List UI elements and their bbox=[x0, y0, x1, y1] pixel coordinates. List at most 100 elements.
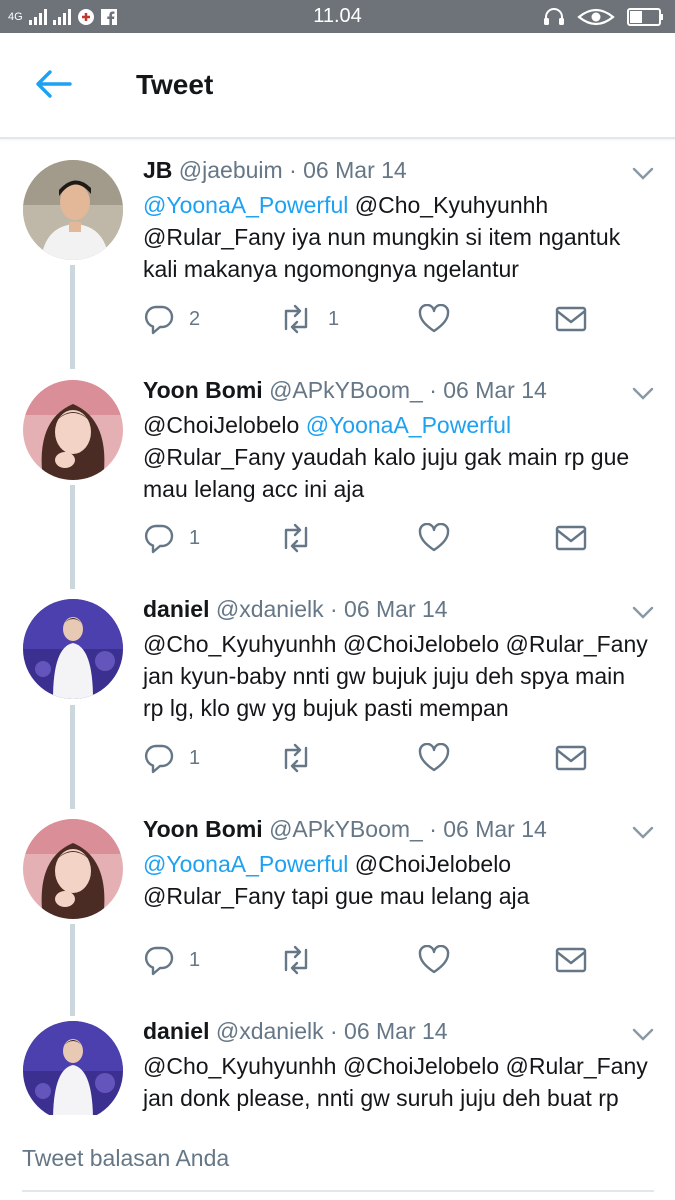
like-button[interactable] bbox=[418, 942, 450, 978]
tweet-text: @Cho_Kyuhyunhh @ChoiJelobelo @Rular_Fany… bbox=[143, 1050, 663, 1114]
tweet-date: · 06 Mar 14 bbox=[429, 377, 547, 403]
tweet-date: · 06 Mar 14 bbox=[329, 596, 448, 622]
tweet-text: @YoonaA_Powerful @Cho_Kyuhyunhh @Rular_F… bbox=[143, 189, 663, 285]
tweet-text-line: jan donk please, nnti gw suruh juju deh … bbox=[143, 1085, 619, 1111]
display-name[interactable]: daniel bbox=[143, 596, 209, 622]
retweet-button[interactable] bbox=[278, 520, 328, 556]
avatar-photo bbox=[23, 599, 123, 699]
avatar[interactable] bbox=[23, 160, 123, 260]
retweet-icon bbox=[284, 945, 308, 975]
tweet[interactable]: daniel @xdanielk · 06 Mar 14 @Cho_Kyuhyu… bbox=[0, 1018, 675, 1115]
reply-input[interactable]: Tweet balasan Anda bbox=[22, 1145, 229, 1172]
avatar[interactable] bbox=[23, 1021, 123, 1115]
retweet-button[interactable]: 1 bbox=[278, 301, 339, 337]
mail-icon bbox=[555, 947, 587, 973]
eye-icon bbox=[577, 8, 615, 26]
retweet-icon bbox=[284, 743, 308, 773]
tweet[interactable]: Yoon Bomi @APkYBoom_ · 06 Mar 14 @ChoiJe… bbox=[0, 377, 675, 587]
mention[interactable]: @Cho_Kyuhyunhh @ChoiJelobelo @Rular_Fany bbox=[143, 631, 648, 657]
handle[interactable]: @APkYBoom_ bbox=[269, 816, 423, 842]
heart-icon bbox=[418, 743, 450, 772]
battery-icon bbox=[627, 8, 663, 26]
retweet-count: 1 bbox=[328, 307, 340, 330]
display-name[interactable]: daniel bbox=[143, 1018, 209, 1044]
reply-input-underline bbox=[22, 1190, 654, 1192]
tweet-text: @Cho_Kyuhyunhh @ChoiJelobelo @Rular_Fany… bbox=[143, 628, 663, 724]
like-button[interactable] bbox=[418, 520, 450, 556]
mail-icon bbox=[555, 525, 587, 551]
reply-button[interactable]: 1 bbox=[143, 520, 200, 556]
reply-composer: Tweet balasan Anda bbox=[0, 1115, 675, 1200]
handle[interactable]: @APkYBoom_ bbox=[269, 377, 423, 403]
handle[interactable]: @xdanielk bbox=[216, 596, 324, 622]
avatar[interactable] bbox=[23, 380, 123, 480]
reply-button[interactable]: 1 bbox=[143, 942, 200, 978]
mention[interactable]: @YoonaA_Powerful bbox=[143, 851, 348, 877]
chevron-down-icon[interactable] bbox=[630, 383, 656, 403]
like-button[interactable] bbox=[418, 740, 450, 776]
app-bar: Tweet bbox=[0, 33, 675, 139]
handle[interactable]: @jaebuim bbox=[179, 157, 283, 183]
heart-icon bbox=[418, 304, 450, 333]
heart-icon bbox=[418, 945, 450, 974]
reply-icon bbox=[144, 946, 174, 976]
tweet-text-line: mau lelang acc ini aja bbox=[143, 476, 365, 502]
display-name[interactable]: Yoon Bomi bbox=[143, 377, 263, 403]
dm-button[interactable] bbox=[555, 740, 587, 776]
chevron-down-icon[interactable] bbox=[630, 822, 656, 842]
tweet-header: daniel @xdanielk · 06 Mar 14 bbox=[143, 1018, 448, 1045]
reply-count: 1 bbox=[189, 948, 201, 971]
retweet-icon bbox=[284, 523, 308, 553]
avatar[interactable] bbox=[23, 599, 123, 699]
mail-icon bbox=[555, 745, 587, 771]
tweet-date: · 06 Mar 14 bbox=[329, 1018, 448, 1044]
dm-button[interactable] bbox=[555, 301, 587, 337]
chevron-down-icon[interactable] bbox=[630, 1024, 656, 1044]
chevron-down-icon[interactable] bbox=[630, 163, 656, 183]
tweet-header: Yoon Bomi @APkYBoom_ · 06 Mar 14 bbox=[143, 377, 547, 404]
avatar-photo bbox=[23, 160, 123, 260]
avatar-photo bbox=[23, 819, 123, 919]
headset-icon bbox=[544, 8, 564, 25]
tweet-text-line: @Rular_Fany tapi gue mau lelang aja bbox=[143, 883, 530, 909]
reply-icon bbox=[144, 305, 174, 335]
mention[interactable]: @YoonaA_Powerful bbox=[306, 412, 511, 438]
reply-icon bbox=[144, 744, 174, 774]
tweet-text-line: kali makanya ngomongnya ngelantur bbox=[143, 256, 519, 282]
retweet-button[interactable] bbox=[278, 740, 328, 776]
tweet-date: · 06 Mar 14 bbox=[429, 816, 547, 842]
mention[interactable]: @Cho_Kyuhyunhh bbox=[348, 192, 548, 218]
tweet-actions: 2 1 bbox=[143, 301, 603, 337]
retweet-icon bbox=[284, 304, 308, 334]
chevron-down-icon[interactable] bbox=[630, 602, 656, 622]
dm-button[interactable] bbox=[555, 520, 587, 556]
display-name[interactable]: Yoon Bomi bbox=[143, 816, 263, 842]
tweet-text: @ChoiJelobelo @YoonaA_Powerful @Rular_Fa… bbox=[143, 409, 663, 505]
status-icons-right bbox=[543, 5, 665, 29]
retweet-button[interactable] bbox=[278, 942, 328, 978]
tweet-header: JB @jaebuim · 06 Mar 14 bbox=[143, 157, 407, 184]
tweet-text-line: rp lg, klo gw yg bujuk pasti mempan bbox=[143, 695, 509, 721]
reply-count: 2 bbox=[189, 307, 201, 330]
avatar[interactable] bbox=[23, 819, 123, 919]
mention[interactable]: @ChoiJelobelo bbox=[348, 851, 511, 877]
reply-button[interactable]: 2 bbox=[143, 301, 200, 337]
tweet[interactable]: Yoon Bomi @APkYBoom_ · 06 Mar 14 @YoonaA… bbox=[0, 816, 675, 1016]
mention[interactable]: @Cho_Kyuhyunhh @ChoiJelobelo @Rular_Fany bbox=[143, 1053, 648, 1079]
mail-icon bbox=[555, 306, 587, 332]
display-name[interactable]: JB bbox=[143, 157, 172, 183]
like-button[interactable] bbox=[418, 301, 450, 337]
mention[interactable]: @ChoiJelobelo bbox=[143, 412, 306, 438]
back-arrow-icon[interactable] bbox=[34, 69, 74, 99]
handle[interactable]: @xdanielk bbox=[216, 1018, 324, 1044]
avatar-photo bbox=[23, 1021, 123, 1115]
mention[interactable]: @YoonaA_Powerful bbox=[143, 192, 348, 218]
dm-button[interactable] bbox=[555, 942, 587, 978]
heart-icon bbox=[418, 523, 450, 552]
reply-button[interactable]: 1 bbox=[143, 740, 200, 776]
tweet[interactable]: JB @jaebuim · 06 Mar 14 @YoonaA_Powerful… bbox=[0, 157, 675, 367]
tweet-actions: 1 bbox=[143, 740, 603, 776]
tweet[interactable]: daniel @xdanielk · 06 Mar 14 @Cho_Kyuhyu… bbox=[0, 596, 675, 806]
reply-count: 1 bbox=[189, 526, 201, 549]
tweet-text-line: @Rular_Fany yaudah kalo juju gak main rp… bbox=[143, 444, 630, 470]
